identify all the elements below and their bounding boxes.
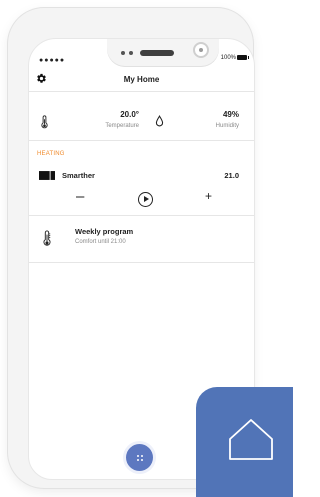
climate-summary: 20.0° Temperature 49% Humidity <box>29 108 254 141</box>
temperature-label: Temperature <box>105 123 139 129</box>
temperature-value: 20.0° <box>120 110 139 119</box>
page-title: My Home <box>123 75 160 84</box>
droplet-icon <box>155 115 164 127</box>
floating-action-button[interactable] <box>126 444 153 471</box>
battery-icon <box>237 55 249 60</box>
speaker-grill <box>140 50 174 56</box>
grid-icon <box>141 459 143 461</box>
humidity-value: 49% <box>222 110 239 119</box>
thermometer-program-icon <box>43 230 51 246</box>
app-tile[interactable] <box>196 387 293 497</box>
program-subtitle: Comfort until 21:00 <box>75 239 126 245</box>
battery-percent: 100% <box>220 55 236 61</box>
device-setpoint: 21.0 <box>224 171 239 180</box>
decrease-temperature-button[interactable]: – <box>76 189 84 204</box>
grid-icon <box>137 455 139 457</box>
smarther-card[interactable]: Smarther 21.0 – + <box>29 163 254 216</box>
device-name: Smarther <box>62 171 95 180</box>
notch <box>107 39 219 67</box>
humidity-label: Humidity <box>215 123 239 129</box>
grid-icon <box>137 459 139 461</box>
header: My Home <box>29 68 254 92</box>
notch-dot <box>121 51 125 55</box>
program-title: Weekly program <box>75 227 134 236</box>
heating-section-title: HEATING <box>37 151 65 157</box>
signal-indicator: ●●●●● <box>39 57 66 64</box>
thermometer-icon <box>41 115 48 129</box>
notch-dot <box>129 51 133 55</box>
camera <box>193 42 209 58</box>
increase-temperature-button[interactable]: + <box>205 190 212 202</box>
play-button[interactable] <box>138 192 153 207</box>
home-icon <box>229 419 273 460</box>
weekly-program-row[interactable]: Weekly program Comfort until 21:00 <box>29 216 254 263</box>
grid-icon <box>141 455 143 457</box>
smarther-device-icon <box>39 171 55 180</box>
